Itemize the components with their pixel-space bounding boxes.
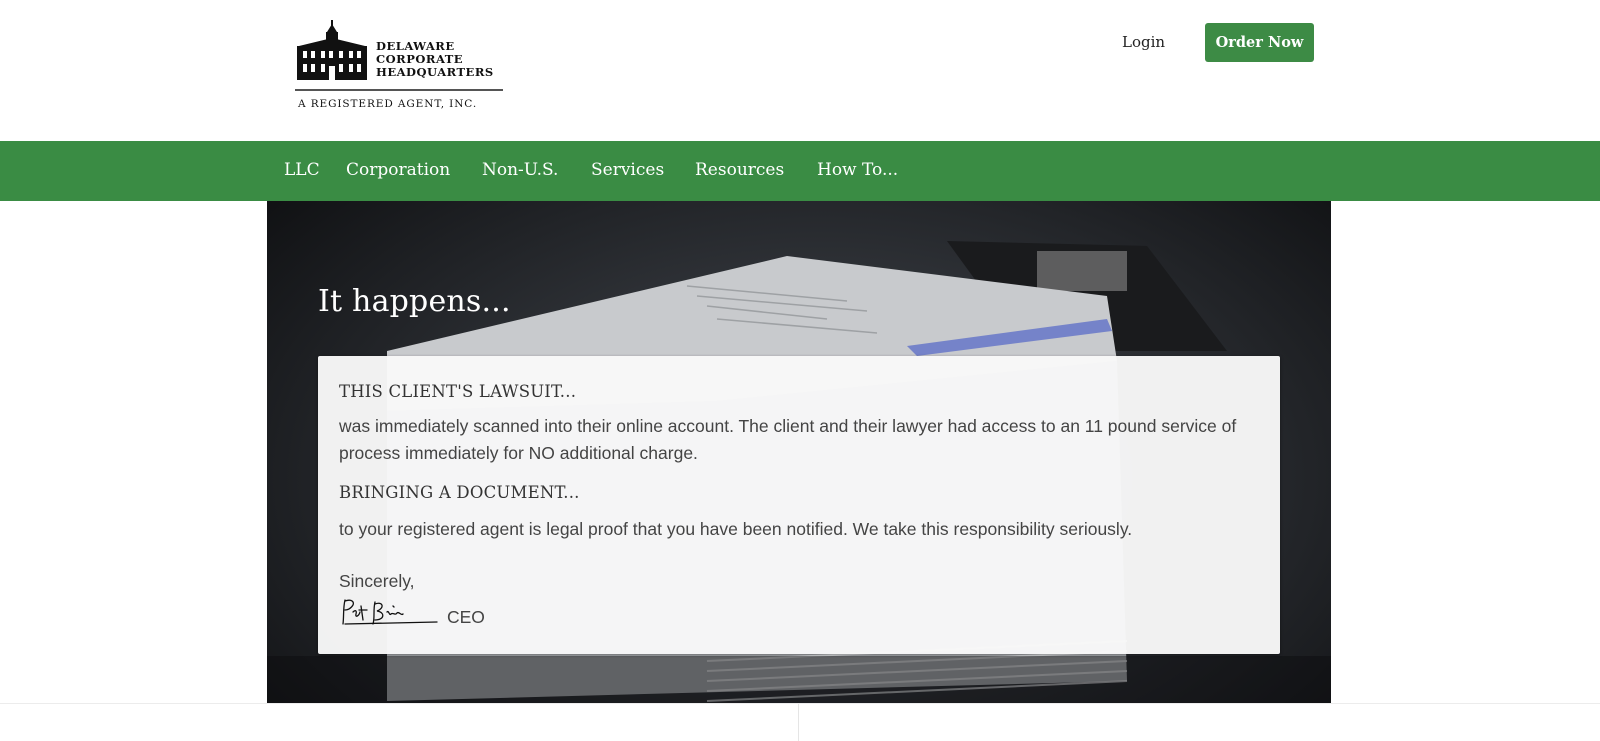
logo-line-3: HEADQUARTERS (376, 65, 494, 79)
card-heading-document: BRINGING A DOCUMENT... (339, 483, 580, 502)
card-paragraph-lawsuit: was immediately scanned into their onlin… (339, 416, 1237, 463)
main-nav: LLC Corporation Non-U.S. Services Resour… (0, 141, 1600, 201)
nav-item-services[interactable]: Services (591, 160, 664, 180)
order-now-button[interactable]: Order Now (1205, 23, 1314, 62)
card-heading-lawsuit: THIS CLIENT'S LAWSUIT... (339, 382, 577, 401)
nav-item-resources[interactable]: Resources (695, 160, 784, 180)
building-icon (297, 20, 367, 80)
hero-title: It happens... (318, 284, 511, 319)
signer-title: CEO (447, 607, 485, 627)
signature-block: CEO (339, 596, 485, 628)
testimonial-card: THIS CLIENT'S LAWSUIT... was immediately… (318, 356, 1280, 654)
logo-divider (295, 89, 503, 91)
site-header: DELAWARE CORPORATE HEADQUARTERS A REGIST… (0, 0, 1600, 141)
logo-tagline: A REGISTERED AGENT, INC. (298, 98, 478, 110)
logo-wordmark: DELAWARE CORPORATE HEADQUARTERS (376, 40, 494, 79)
column-divider (798, 704, 799, 741)
hero-banner: It happens... THIS CLIENT'S LAWSUIT... w… (267, 201, 1331, 703)
nav-item-llc[interactable]: LLC (284, 160, 320, 180)
company-logo[interactable]: DELAWARE CORPORATE HEADQUARTERS A REGIST… (295, 20, 505, 115)
section-divider (0, 703, 1600, 704)
nav-item-corporation[interactable]: Corporation (346, 160, 450, 180)
closing-text: Sincerely, (339, 571, 415, 591)
nav-item-non-us[interactable]: Non-U.S. (482, 160, 558, 180)
handwritten-signature (342, 599, 438, 625)
nav-item-how-to[interactable]: How To... (817, 160, 898, 180)
login-link[interactable]: Login (1122, 33, 1165, 51)
card-paragraph-document: to your registered agent is legal proof … (339, 519, 1133, 539)
